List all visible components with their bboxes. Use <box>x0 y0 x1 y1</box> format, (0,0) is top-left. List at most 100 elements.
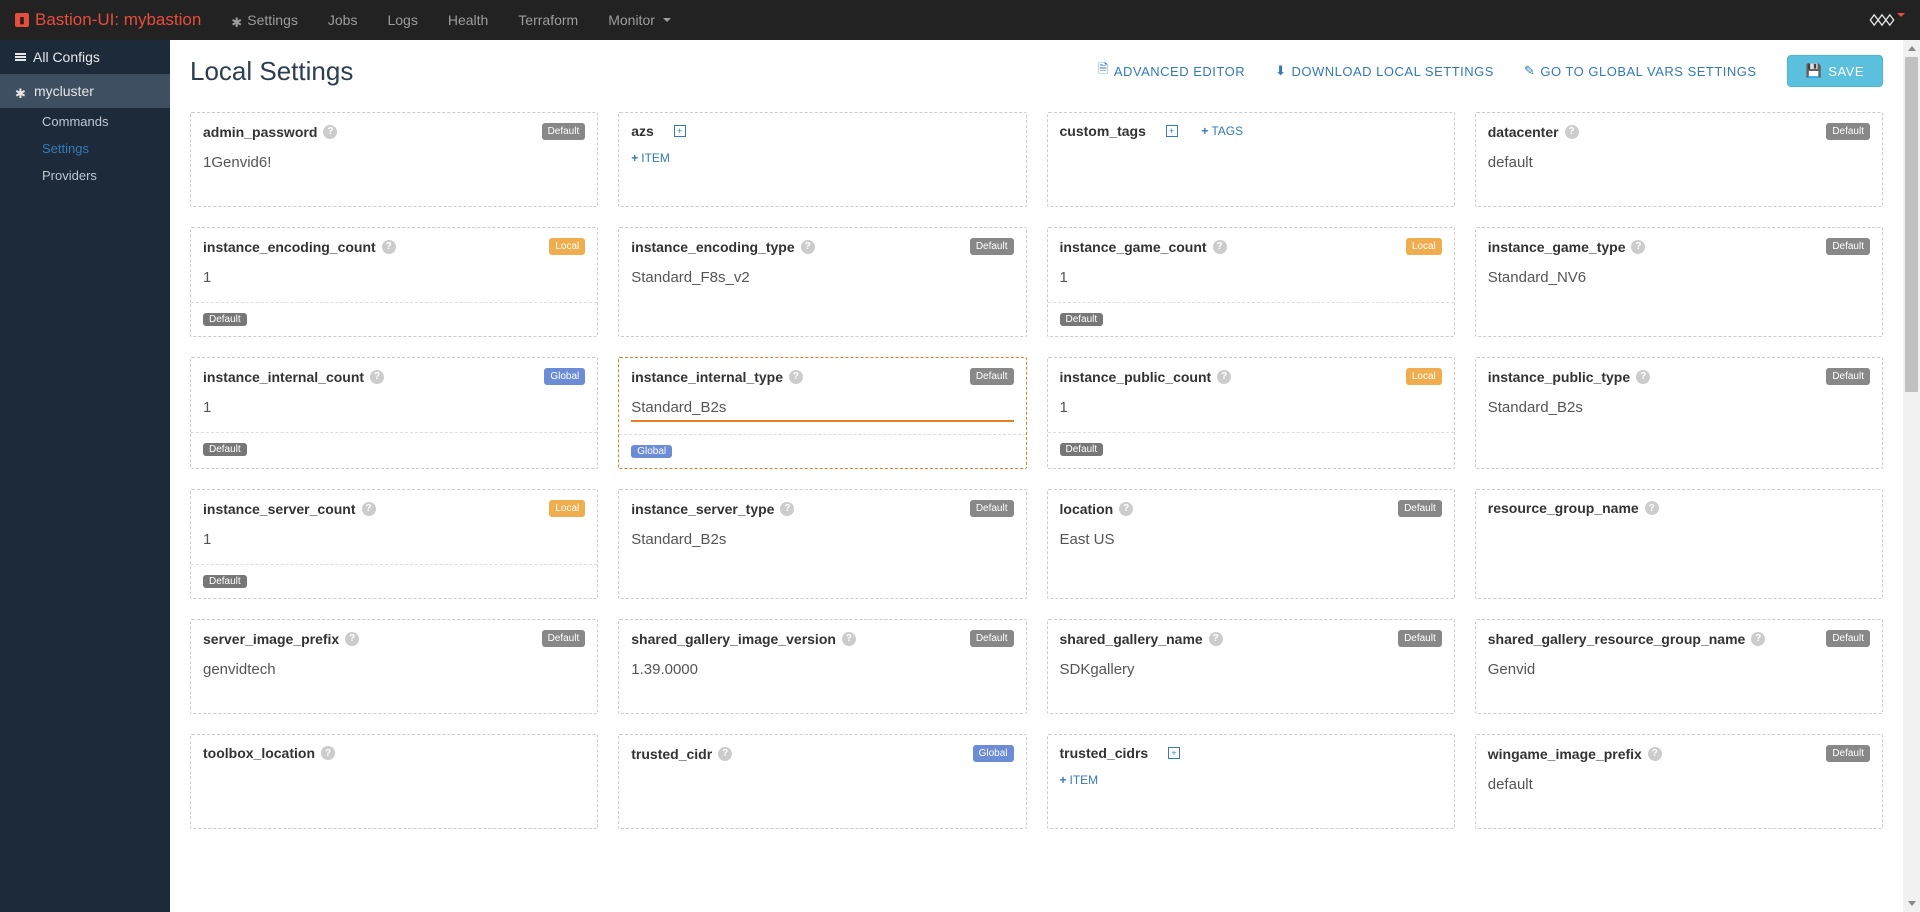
wingame-image-prefix-input[interactable] <box>1488 772 1870 797</box>
trusted-cidr-input[interactable] <box>631 772 1013 797</box>
admin-password-input[interactable] <box>203 150 585 175</box>
help-icon[interactable]: ? <box>1631 240 1645 254</box>
add-tags-link[interactable]: + TAGS <box>1201 124 1243 138</box>
sidebar-sub-providers[interactable]: Providers <box>0 162 170 189</box>
help-icon[interactable]: ? <box>321 746 335 760</box>
sidebar-mycluster[interactable]: mycluster <box>0 74 170 108</box>
expand-icon[interactable]: + <box>1166 125 1178 137</box>
instance-public-count-input[interactable] <box>1060 395 1442 420</box>
help-icon[interactable]: ? <box>1565 125 1579 139</box>
sidebar-all-configs[interactable]: All Configs <box>0 40 170 74</box>
default-badge: Default <box>1398 630 1442 647</box>
instance-server-count-input[interactable] <box>203 527 585 552</box>
genvid-logo-icon[interactable] <box>1868 6 1896 34</box>
default-badge: Default <box>1826 238 1870 255</box>
instance-public-type-input[interactable] <box>1488 395 1870 420</box>
card-shared-gallery-image-version: shared_gallery_image_version?Default <box>618 619 1026 714</box>
help-icon[interactable]: ? <box>1119 502 1133 516</box>
nav-right <box>1868 6 1905 34</box>
default-badge[interactable]: Default <box>1060 313 1104 326</box>
card-location: location?Default <box>1047 489 1455 599</box>
help-icon[interactable]: ? <box>1217 370 1231 384</box>
help-icon[interactable]: ? <box>780 502 794 516</box>
help-icon[interactable]: ? <box>345 632 359 646</box>
location-input[interactable] <box>1060 527 1442 552</box>
help-icon[interactable]: ? <box>1636 370 1650 384</box>
help-icon[interactable]: ? <box>323 125 337 139</box>
default-badge[interactable]: Default <box>203 313 247 326</box>
scroll-track[interactable] <box>1903 57 1920 895</box>
toolbox-location-input[interactable] <box>203 771 585 796</box>
default-badge: Default <box>1826 123 1870 140</box>
file-icon: 🗎 <box>1098 60 1109 82</box>
main-content: Local Settings 🗎ADVANCED EDITOR ⬇DOWNLOA… <box>170 40 1903 912</box>
save-button[interactable]: 💾SAVE <box>1787 55 1883 87</box>
help-icon[interactable]: ? <box>801 240 815 254</box>
nav-terraform[interactable]: Terraform <box>503 2 593 38</box>
sidebar-sub-settings[interactable]: Settings <box>0 135 170 162</box>
global-badge[interactable]: Global <box>631 445 672 458</box>
datacenter-input[interactable] <box>1488 150 1870 175</box>
scroll-thumb[interactable] <box>1905 57 1918 392</box>
add-item-link[interactable]: + ITEM <box>631 151 670 165</box>
default-badge: Default <box>1398 500 1442 517</box>
help-icon[interactable]: ? <box>382 240 396 254</box>
default-badge: Default <box>1826 745 1870 762</box>
help-icon[interactable]: ? <box>718 747 732 761</box>
scroll-up-button[interactable] <box>1903 40 1920 57</box>
help-icon[interactable]: ? <box>1213 240 1227 254</box>
card-toolbox-location: toolbox_location? <box>190 734 598 829</box>
nav-logs[interactable]: Logs <box>372 2 432 38</box>
help-icon[interactable]: ? <box>1645 501 1659 515</box>
help-icon[interactable]: ? <box>842 632 856 646</box>
default-badge[interactable]: Default <box>203 443 247 456</box>
nav-health[interactable]: Health <box>433 2 503 38</box>
expand-icon[interactable]: + <box>1168 747 1180 759</box>
scroll-down-button[interactable] <box>1903 895 1920 912</box>
local-badge: Local <box>1406 368 1442 385</box>
instance-internal-type-input[interactable] <box>631 395 1013 422</box>
default-badge[interactable]: Default <box>1060 443 1104 456</box>
brand-link[interactable]: ▮ Bastion-UI: mybastion <box>15 10 201 30</box>
default-badge: Default <box>542 630 586 647</box>
card-trusted-cidr: trusted_cidr?Global <box>618 734 1026 829</box>
save-icon: 💾 <box>1806 63 1823 79</box>
scrollbar[interactable] <box>1903 40 1920 912</box>
instance-game-count-input[interactable] <box>1060 265 1442 290</box>
help-icon[interactable]: ? <box>362 502 376 516</box>
help-icon[interactable]: ? <box>1209 632 1223 646</box>
server-image-prefix-input[interactable] <box>203 657 585 682</box>
global-vars-link[interactable]: ✎GO TO GLOBAL VARS SETTINGS <box>1524 63 1757 79</box>
gear-icon <box>15 85 27 97</box>
chevron-down-icon[interactable] <box>1897 13 1905 17</box>
instance-server-type-input[interactable] <box>631 527 1013 552</box>
card-instance-game-count: instance_game_count?Local Default <box>1047 227 1455 337</box>
nav-monitor[interactable]: Monitor <box>593 2 686 38</box>
card-instance-public-count: instance_public_count?Local Default <box>1047 357 1455 469</box>
instance-internal-count-input[interactable] <box>203 395 585 420</box>
advanced-editor-link[interactable]: 🗎ADVANCED EDITOR <box>1098 60 1245 82</box>
help-icon[interactable]: ? <box>370 370 384 384</box>
instance-encoding-type-input[interactable] <box>631 265 1013 290</box>
card-instance-encoding-type: instance_encoding_type?Default <box>618 227 1026 337</box>
add-item-link[interactable]: + ITEM <box>1060 773 1099 787</box>
expand-icon[interactable]: + <box>674 125 686 137</box>
help-icon[interactable]: ? <box>1751 632 1765 646</box>
card-wingame-image-prefix: wingame_image_prefix?Default <box>1475 734 1883 829</box>
sidebar-sub-commands[interactable]: Commands <box>0 108 170 135</box>
instance-encoding-count-input[interactable] <box>203 265 585 290</box>
card-azs: azs + + ITEM <box>618 112 1026 207</box>
help-icon[interactable]: ? <box>1648 747 1662 761</box>
shared-gallery-name-input[interactable] <box>1060 657 1442 682</box>
shared-gallery-resource-group-name-input[interactable] <box>1488 657 1870 682</box>
resource-group-name-input[interactable] <box>1488 526 1870 551</box>
shared-gallery-image-version-input[interactable] <box>631 657 1013 682</box>
instance-game-type-input[interactable] <box>1488 265 1870 290</box>
global-badge: Global <box>973 745 1014 762</box>
default-badge: Default <box>542 123 586 140</box>
download-settings-link[interactable]: ⬇DOWNLOAD LOCAL SETTINGS <box>1275 63 1494 79</box>
nav-jobs[interactable]: Jobs <box>313 2 373 38</box>
nav-settings[interactable]: Settings <box>216 2 313 38</box>
help-icon[interactable]: ? <box>789 370 803 384</box>
default-badge[interactable]: Default <box>203 575 247 588</box>
